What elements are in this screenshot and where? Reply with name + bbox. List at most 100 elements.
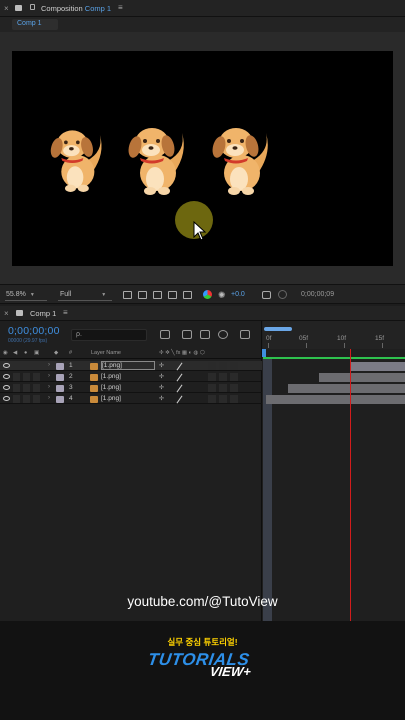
label-color-swatch[interactable] <box>56 385 64 392</box>
transparency-grid-icon[interactable] <box>138 291 147 299</box>
ruler-label: 15f <box>375 335 385 342</box>
lock-toggle[interactable] <box>33 362 40 370</box>
zoom-dropdown[interactable]: 55.8% ▼ <box>5 289 47 301</box>
frame-blending-icon[interactable] <box>218 330 228 339</box>
shy-switch-icon[interactable]: ✢ <box>159 373 164 380</box>
adjustment-switch[interactable] <box>219 373 227 381</box>
audio-toggle[interactable] <box>13 373 20 381</box>
hide-shy-layers-icon[interactable] <box>200 330 210 339</box>
label-color-swatch[interactable] <box>56 396 64 403</box>
expand-triangle-icon[interactable]: › <box>48 362 50 368</box>
adjustment-switch[interactable] <box>219 362 227 370</box>
layer-name-header[interactable]: Layer Name <box>91 350 121 356</box>
lock-icon[interactable] <box>30 4 35 10</box>
3d-layer-switch[interactable] <box>230 362 238 370</box>
ruler-tick <box>382 343 383 348</box>
layer-number: 2 <box>69 373 73 380</box>
lock-toggle[interactable] <box>33 384 40 392</box>
solo-toggle[interactable] <box>23 395 30 403</box>
shy-switch-icon[interactable]: ✢ <box>159 395 164 402</box>
eye-icon[interactable] <box>3 385 10 390</box>
layer-row[interactable]: › 2 [1.png] ✢ <box>0 372 262 382</box>
lock-toggle[interactable] <box>33 395 40 403</box>
composition-title-prefix: Composition <box>41 4 83 13</box>
label-color-swatch[interactable] <box>56 363 64 370</box>
layer-name[interactable]: [1.png] <box>101 395 155 403</box>
quality-switch-icon[interactable] <box>176 395 183 404</box>
quality-switch-icon[interactable] <box>176 384 183 393</box>
3d-layer-switch[interactable] <box>230 395 238 403</box>
quality-switch-icon[interactable] <box>176 362 183 371</box>
timeline-tab-title[interactable]: Comp 1 <box>30 309 56 318</box>
dog-image <box>50 130 102 192</box>
expand-triangle-icon[interactable]: › <box>48 373 50 379</box>
close-timeline-panel-icon[interactable]: × <box>4 309 9 318</box>
channel-icon[interactable] <box>203 290 212 299</box>
composition-mini-flowchart-icon[interactable] <box>160 330 170 339</box>
work-area-bar[interactable] <box>264 327 292 331</box>
time-indicator-handle[interactable] <box>262 349 266 357</box>
region-of-interest-icon[interactable] <box>123 291 132 299</box>
shy-switch-icon[interactable]: ✢ <box>159 362 164 369</box>
exposure-icon[interactable]: ✺ <box>218 290 226 301</box>
audio-toggle[interactable] <box>13 362 20 370</box>
solo-toggle[interactable] <box>23 362 30 370</box>
layer-name[interactable]: [1.png] <box>101 361 155 370</box>
tab-comp-1[interactable]: Comp 1 <box>12 19 58 30</box>
show-snapshot-icon[interactable] <box>278 290 287 299</box>
banner-tagline: 실무 중심 튜토리얼! <box>167 637 238 647</box>
motion-blur-switch[interactable] <box>208 395 216 403</box>
shy-switch-icon[interactable]: ✢ <box>159 384 164 391</box>
draft-3d-icon[interactable] <box>182 330 192 339</box>
composition-panel-header: × Composition Comp 1 ≡ <box>0 0 405 17</box>
eye-icon[interactable] <box>3 396 10 401</box>
expand-triangle-icon[interactable]: › <box>48 395 50 401</box>
snapshot-camera-icon[interactable] <box>262 291 271 299</box>
dog-image <box>212 128 268 195</box>
layer-row[interactable]: › 4 [1.png] ✢ <box>0 394 262 404</box>
3d-layer-switch[interactable] <box>230 384 238 392</box>
current-time-display[interactable]: 0;00;00;00 <box>8 325 60 337</box>
guides-icon[interactable] <box>153 291 162 299</box>
3d-layer-switch[interactable] <box>230 373 238 381</box>
layer-bar-3[interactable] <box>288 384 405 393</box>
motion-blur-switch[interactable] <box>208 384 216 392</box>
audio-toggle[interactable] <box>13 384 20 392</box>
solo-toggle[interactable] <box>23 373 30 381</box>
composition-canvas[interactable] <box>12 51 393 266</box>
adjustment-switch[interactable] <box>219 384 227 392</box>
graph-editor-icon[interactable] <box>240 330 250 339</box>
quality-switch-icon[interactable] <box>176 373 183 382</box>
layer-row[interactable]: › 3 [1.png] ✢ <box>0 383 262 393</box>
layer-name[interactable]: [1.png] <box>101 384 155 392</box>
exposure-value[interactable]: +0.0 <box>231 291 245 298</box>
layer-search-input[interactable]: ρ. <box>71 329 147 341</box>
label-color-swatch[interactable] <box>56 374 64 381</box>
motion-blur-switch[interactable] <box>208 373 216 381</box>
layer-bar-1[interactable] <box>350 362 405 371</box>
3d-view-icon[interactable] <box>183 291 192 299</box>
viewer-timecode[interactable]: 0;00;00;09 <box>301 291 334 298</box>
timeline-panel-menu-icon[interactable]: ≡ <box>63 308 68 317</box>
eye-icon[interactable] <box>3 363 10 368</box>
close-composition-panel-icon[interactable]: × <box>4 4 9 13</box>
adjustment-switch[interactable] <box>219 395 227 403</box>
ruler-tick <box>268 343 269 348</box>
mask-visibility-icon[interactable] <box>168 291 177 299</box>
audio-toggle[interactable] <box>13 395 20 403</box>
footage-file-icon <box>90 396 98 403</box>
motion-blur-switch[interactable] <box>208 362 216 370</box>
eye-column-icon: ◉ <box>3 350 8 356</box>
expand-triangle-icon[interactable]: › <box>48 384 50 390</box>
composition-panel-menu-icon[interactable]: ≡ <box>118 3 123 12</box>
layer-bar-4[interactable] <box>266 395 405 404</box>
lock-toggle[interactable] <box>33 373 40 381</box>
layer-bar-2[interactable] <box>319 373 405 382</box>
layer-row[interactable]: › 1 [1.png] ✢ <box>0 361 262 371</box>
composition-title-comp[interactable]: Comp 1 <box>85 4 111 13</box>
resolution-dropdown[interactable]: Full ▼ <box>58 289 112 301</box>
playhead-line[interactable] <box>350 349 351 621</box>
solo-toggle[interactable] <box>23 384 30 392</box>
eye-icon[interactable] <box>3 374 10 379</box>
layer-name[interactable]: [1.png] <box>101 373 155 381</box>
